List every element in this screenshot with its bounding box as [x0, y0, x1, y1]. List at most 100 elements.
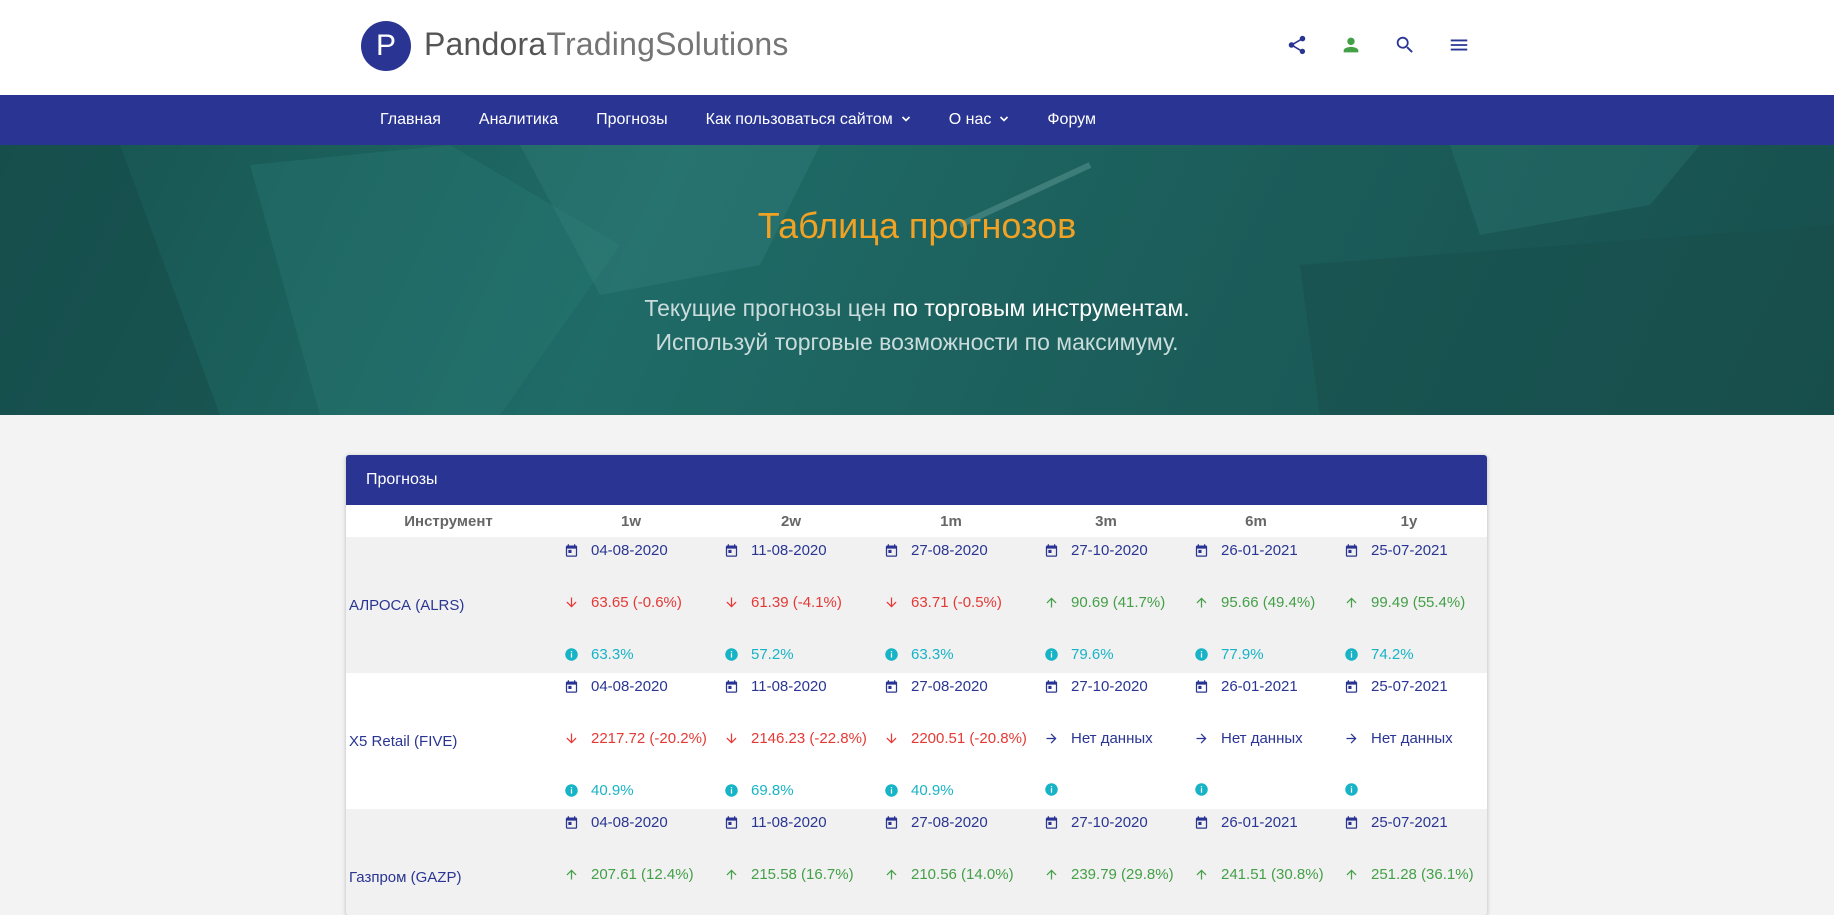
hero-subtitle-line2: Используй торговые возможности по максим… — [655, 329, 1179, 355]
arrow-down-icon — [551, 731, 591, 746]
instrument-link[interactable]: Газпром (GAZP) — [346, 809, 551, 915]
forecast-cell: 26-01-2021 241.51 (30.8%) — [1181, 809, 1331, 915]
table-row: X5 Retail (FIVE) 04-08-2020 2217.72 (-20.2… — [346, 673, 1487, 809]
calendar-icon — [1181, 543, 1221, 558]
forecast-value: 63.71 (-0.5%) — [911, 594, 1002, 611]
search-icon[interactable] — [1378, 30, 1432, 60]
forecast-probability: 77.9% — [1221, 646, 1264, 663]
nav-item[interactable]: Аналитика — [460, 95, 577, 145]
forecast-value-line: 2200.51 (-20.8%) — [871, 730, 1031, 747]
instrument-link[interactable]: X5 Retail (FIVE) — [346, 673, 551, 809]
forecast-cell: 04-08-2020 2217.72 (-20.2%) 40.9% — [551, 673, 711, 809]
share-icon[interactable] — [1270, 30, 1324, 60]
arrow-up-icon — [1331, 595, 1371, 610]
arrow-up-icon — [1031, 867, 1071, 882]
column-header[interactable]: 1m — [871, 513, 1031, 530]
nav-item-label: Аналитика — [478, 111, 559, 128]
forecast-probability-line: 40.9% — [871, 782, 1031, 799]
forecast-value: 63.65 (-0.6%) — [591, 594, 682, 611]
forecast-cell: 04-08-2020 207.61 (12.4%) — [551, 809, 711, 915]
forecast-value-line: 99.49 (55.4%) — [1331, 594, 1487, 611]
forecast-value: 251.28 (36.1%) — [1371, 866, 1474, 883]
arrow-down-icon — [711, 595, 751, 610]
forecast-cell: 25-07-2021 99.49 (55.4%) 74.2% — [1331, 537, 1487, 673]
table-row: АЛРОСА (ALRS) 04-08-2020 63.65 (-0.6%) 63.3… — [346, 537, 1487, 673]
calendar-icon — [551, 679, 591, 694]
forecast-date: 04-08-2020 — [591, 542, 668, 559]
forecast-probability-line: 63.3% — [871, 646, 1031, 663]
hero-background-buildings — [0, 145, 1834, 415]
forecast-value: 215.58 (16.7%) — [751, 866, 854, 883]
forecast-value: 241.51 (30.8%) — [1221, 866, 1324, 883]
arrow-up-icon — [871, 867, 911, 882]
nav-item[interactable]: Главная — [361, 95, 460, 145]
column-header[interactable]: 6m — [1181, 513, 1331, 530]
info-icon — [711, 647, 751, 662]
forecast-value: 239.79 (29.8%) — [1071, 866, 1174, 883]
forecast-value-line: 2146.23 (-22.8%) — [711, 730, 871, 747]
calendar-icon — [1181, 815, 1221, 830]
calendar-icon — [871, 679, 911, 694]
forecast-cell: 27-08-2020 210.56 (14.0%) — [871, 809, 1031, 915]
instrument-link[interactable]: АЛРОСА (ALRS) — [346, 537, 551, 673]
nav-item[interactable]: Форум — [1028, 95, 1115, 145]
forecast-value-line: 90.69 (41.7%) — [1031, 594, 1181, 611]
forecast-probability-line: 63.3% — [551, 646, 711, 663]
forecast-value-line: 63.65 (-0.6%) — [551, 594, 711, 611]
forecast-cell: 11-08-2020 61.39 (-4.1%) 57.2% — [711, 537, 871, 673]
hero-subtitle-highlight: по торговым инструментам. — [892, 295, 1190, 321]
forecast-date-line: 26-01-2021 — [1181, 542, 1331, 559]
forecast-probability: 74.2% — [1371, 646, 1414, 663]
forecast-value-line: 61.39 (-4.1%) — [711, 594, 871, 611]
column-header[interactable]: 3m — [1031, 513, 1181, 530]
forecast-value: 2146.23 (-22.8%) — [751, 730, 867, 747]
column-header[interactable]: 1y — [1331, 513, 1487, 530]
main-nav: Главная Аналитика Прогнозы Как пользоваться… — [0, 95, 1834, 145]
card-title: Прогнозы — [346, 455, 1487, 505]
hero-title: Таблица прогнозов — [757, 205, 1077, 246]
arrow-right-icon — [1331, 731, 1371, 746]
arrow-up-icon — [1181, 867, 1221, 882]
forecast-date-line: 04-08-2020 — [551, 678, 711, 695]
nav-item-label: Форум — [1047, 111, 1096, 128]
forecast-probability: 63.3% — [591, 646, 634, 663]
calendar-icon — [871, 815, 911, 830]
logo[interactable]: P — [361, 21, 411, 71]
forecast-value-line: Нет данных — [1331, 730, 1487, 747]
column-header[interactable]: 1w — [551, 513, 711, 530]
forecast-date: 27-08-2020 — [911, 678, 988, 695]
forecast-date: 11-08-2020 — [751, 542, 827, 559]
forecast-value: 90.69 (41.7%) — [1071, 594, 1166, 611]
forecast-probability-line: 40.9% — [551, 782, 711, 799]
brand-name[interactable]: PandoraTradingSolutions — [424, 26, 789, 63]
nav-item[interactable]: О нас — [930, 95, 1029, 145]
forecast-probability: 69.8% — [751, 782, 794, 799]
forecast-value-line: Нет данных — [1181, 730, 1331, 747]
calendar-icon — [711, 815, 751, 830]
forecast-date-line: 27-08-2020 — [871, 542, 1031, 559]
forecast-date-line: 27-10-2020 — [1031, 542, 1181, 559]
account-icon[interactable] — [1324, 30, 1378, 60]
forecast-value-line: 207.61 (12.4%) — [551, 866, 711, 883]
forecast-probability-line: 57.2% — [711, 646, 871, 663]
forecast-value-line: 2217.72 (-20.2%) — [551, 730, 711, 747]
column-header[interactable]: Инструмент — [346, 513, 551, 530]
nav-item[interactable]: Как пользоваться сайтом — [687, 95, 930, 145]
forecast-date-line: 26-01-2021 — [1181, 814, 1331, 831]
arrow-up-icon — [1181, 595, 1221, 610]
forecast-date: 25-07-2021 — [1371, 814, 1448, 831]
menu-icon[interactable] — [1432, 30, 1486, 60]
forecast-date: 25-07-2021 — [1371, 542, 1448, 559]
forecast-cell: 27-08-2020 2200.51 (-20.8%) 40.9% — [871, 673, 1031, 809]
forecast-cell: 26-01-2021 Нет данных — [1181, 673, 1331, 809]
column-header[interactable]: 2w — [711, 513, 871, 530]
nav-item[interactable]: Прогнозы — [577, 95, 687, 145]
info-icon — [1331, 782, 1371, 797]
nav-item-label: Прогнозы — [596, 111, 668, 128]
forecast-cell: 27-10-2020 Нет данных — [1031, 673, 1181, 809]
hero-subtitle-part1: Текущие прогнозы цен — [644, 295, 893, 321]
forecast-date: 26-01-2021 — [1221, 814, 1298, 831]
forecast-date-line: 11-08-2020 — [711, 542, 871, 559]
forecast-date-line: 25-07-2021 — [1331, 542, 1487, 559]
info-icon — [1031, 782, 1071, 797]
